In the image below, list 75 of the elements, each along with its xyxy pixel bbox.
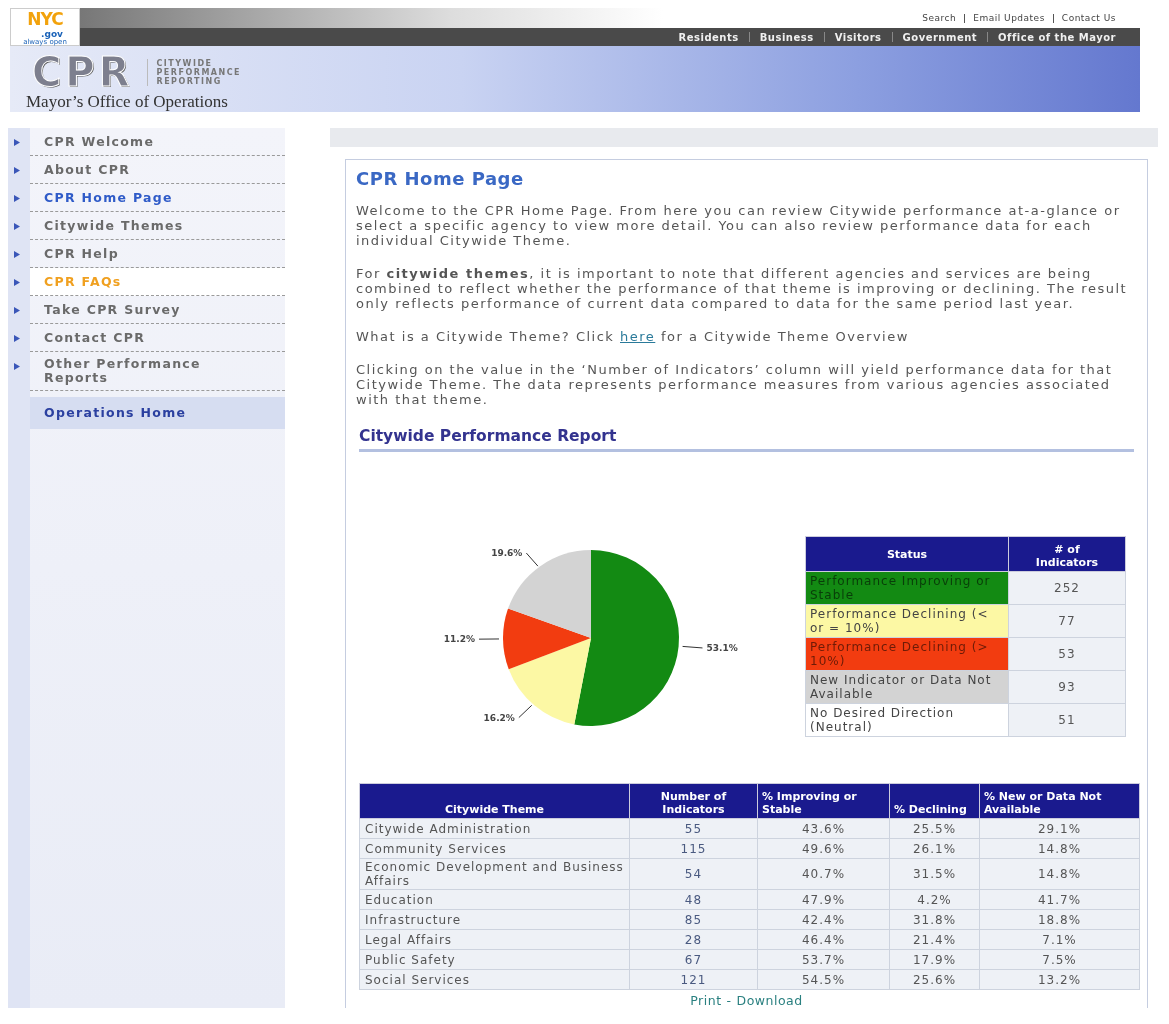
sidebar-item[interactable]: CPR Welcome [30, 128, 285, 156]
status-cell: Performance Declining (< or = 10%) [805, 604, 1009, 638]
leader-line [682, 645, 703, 649]
table-cell: 93 [1008, 670, 1126, 704]
column-header: % Improving or Stable [757, 783, 890, 819]
arrow-icon [14, 307, 20, 314]
table-cell: Social Services [359, 969, 630, 990]
column-header: Status [805, 536, 1009, 572]
table-cell: 53 [1008, 637, 1126, 671]
column-header: % Declining [889, 783, 980, 819]
column-header: Number of Indicators [629, 783, 758, 819]
download-link[interactable]: Download [736, 993, 803, 1008]
arrow-icon [14, 279, 20, 286]
arrow-icon [14, 167, 20, 174]
arrow-icon [14, 335, 20, 342]
status-cell: No Desired Direction (Neutral) [805, 703, 1009, 737]
status-cell: Performance Improving or Stable [805, 571, 1009, 605]
arrow-icon [14, 223, 20, 230]
status-cell: New Indicator or Data Not Available [805, 670, 1009, 704]
office-name: Mayor’s Office of Operations [26, 92, 229, 112]
paragraph: Welcome to the CPR Home Page. From here you can review Citywide performance at-a-glance or select a specific agency to view more detail. You can also review performance data for each individual Citywide Theme. [356, 203, 1122, 248]
table-cell: 14.8% [979, 858, 1140, 890]
nav-link[interactable]: Business [749, 31, 824, 43]
sidebar-item[interactable]: CPR Home Page [30, 184, 285, 212]
page-title: CPR Home Page [356, 168, 525, 189]
arrow-icon [14, 363, 20, 370]
value-label: 16.2% [483, 712, 515, 723]
column-header: % New or Data Not Available [979, 783, 1140, 819]
arrow-icon [14, 251, 20, 258]
section-heading: Citywide Performance Report [359, 427, 1134, 452]
paragraph: Clicking on the value in the ‘Number of Indicators’ column will yield performance data for that Citywide Theme. The data represents performance measures from various agencies associated with that theme. [356, 362, 1114, 407]
paragraph: For citywide themes, it is important to note that different agencies and services are being combined to reflect whether the performance of that theme is improving or declining. The result only reflects performance of current data compared to data for the same period last year. [356, 266, 1129, 311]
leader-line [518, 704, 533, 719]
sidebar-item[interactable]: Contact CPR [30, 324, 285, 352]
leader-line [525, 552, 539, 567]
column-header: Citywide Theme [359, 783, 630, 819]
nav-link[interactable]: Visitors [824, 31, 892, 43]
value-label: 19.6% [491, 548, 523, 559]
print-link[interactable]: Print [690, 993, 722, 1008]
table-cell: 40.7% [757, 858, 890, 890]
sidebar-item[interactable]: Other Performance Reports [30, 352, 285, 391]
arrow-icon [14, 139, 20, 146]
value-label: 11.2% [443, 634, 475, 645]
sidebar-item[interactable]: Take CPR Survey [30, 296, 285, 324]
link-separator: - [726, 993, 732, 1008]
utility-link[interactable]: Email Updates [965, 13, 1053, 23]
table-cell: 51 [1008, 703, 1126, 737]
cpr-logo: CPR [32, 52, 134, 92]
table-cell: Citywide Administration [359, 818, 630, 839]
leader-line [478, 638, 500, 640]
table-cell: 77 [1008, 604, 1126, 638]
table-cell: Public Safety [359, 949, 630, 970]
nav-link[interactable]: Government [892, 31, 988, 43]
column-header: # of Indicators [1008, 536, 1126, 572]
table-cell: Infrastructure [359, 909, 630, 930]
table-cell[interactable]: 54 [629, 858, 758, 890]
paragraph: What is a Citywide Theme? Click here for a Citywide Theme Overview [356, 329, 910, 344]
table-cell: Economic Development and Business Affairs [359, 858, 630, 890]
table-cell: Education [359, 889, 630, 910]
nav-link[interactable]: Residents [668, 31, 749, 43]
arrow-icon [14, 195, 20, 202]
value-label: 53.1% [706, 642, 738, 653]
sidebar-item[interactable]: Citywide Themes [30, 212, 285, 240]
sidebar-item[interactable]: Operations Home [30, 397, 285, 429]
sidebar-item[interactable]: About CPR [30, 156, 285, 184]
table-cell: 252 [1008, 571, 1126, 605]
nav-link[interactable]: Office of the Mayor [988, 31, 1126, 43]
utility-link[interactable]: Contact Us [1053, 13, 1124, 23]
table-cell: 31.5% [889, 858, 980, 890]
utility-link[interactable]: Search [914, 13, 965, 23]
status-cell: Performance Declining (> 10%) [805, 637, 1009, 671]
logo-subtitle: CITYWIDE PERFORMANCE REPORTING [147, 58, 242, 86]
here-link[interactable]: here [620, 329, 656, 344]
table-cell: Community Services [359, 838, 630, 859]
table-cell: Legal Affairs [359, 929, 630, 950]
